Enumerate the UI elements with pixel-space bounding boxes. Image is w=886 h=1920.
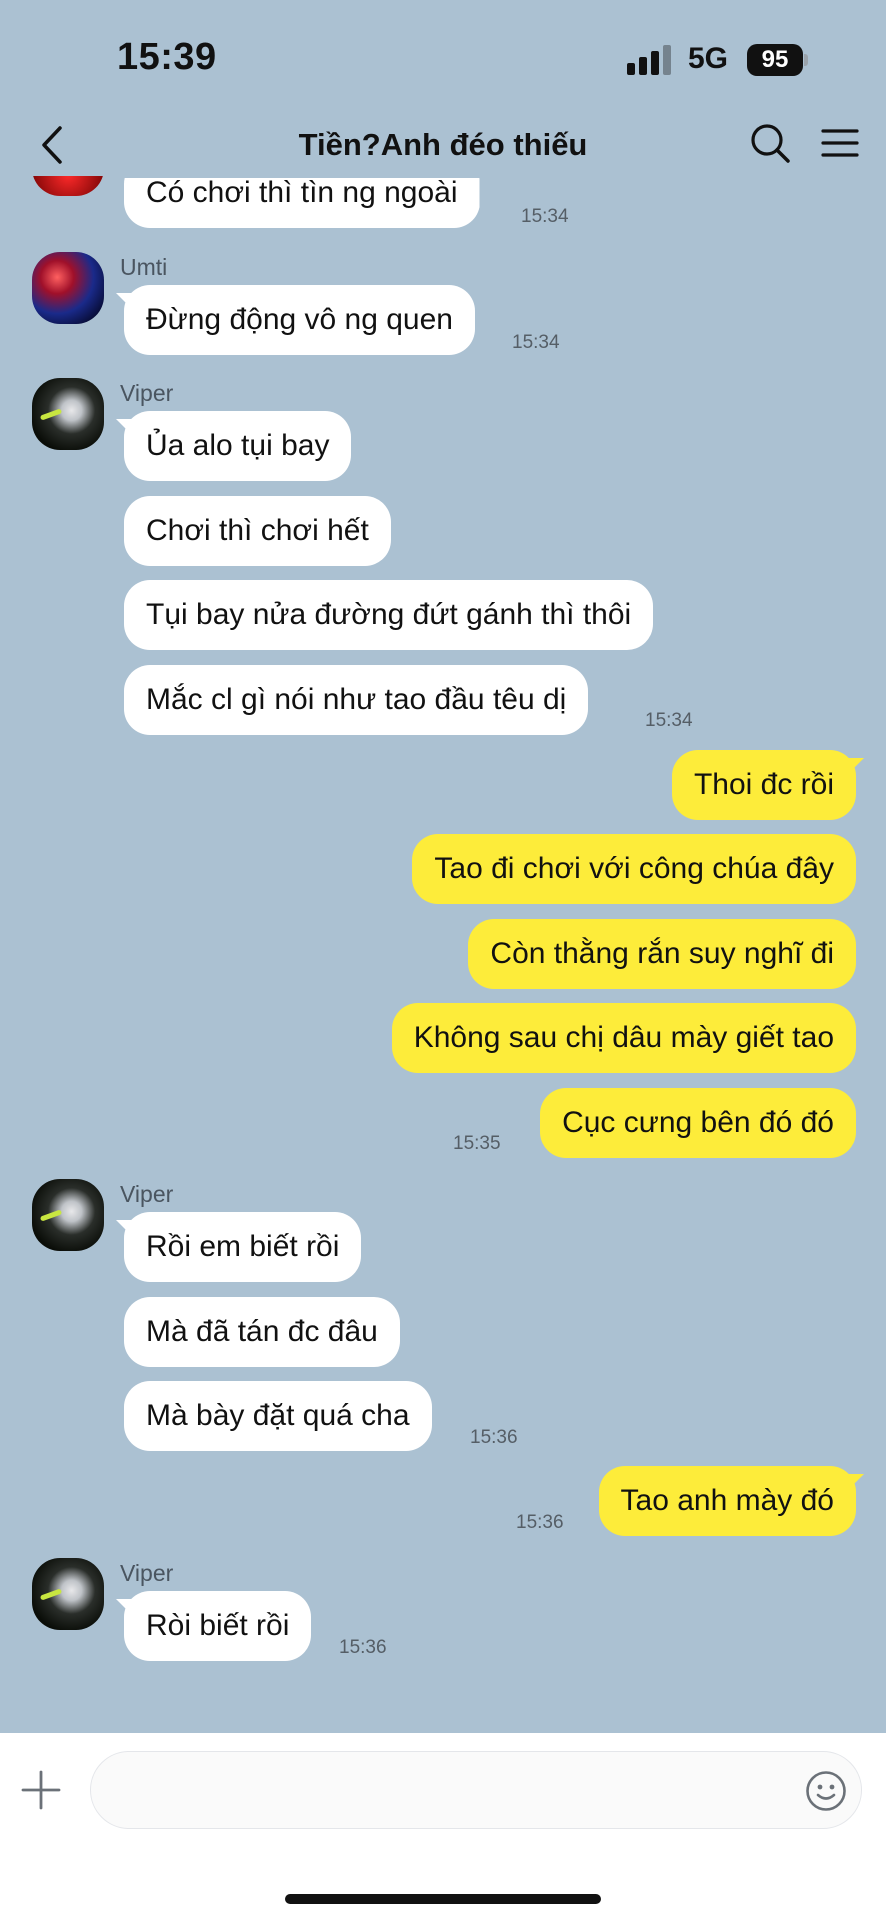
sender-name: Viper bbox=[120, 1181, 174, 1207]
message-bubble[interactable]: Rồi em biết rồi bbox=[124, 1212, 362, 1282]
message-bubble[interactable]: Cục cưng bên đó đó bbox=[540, 1088, 856, 1158]
sender-name: Umti bbox=[120, 254, 168, 280]
message-bubble[interactable]: Chơi thì chơi hết bbox=[124, 496, 391, 566]
message-input[interactable] bbox=[90, 1751, 862, 1829]
message-time: 15:34 bbox=[645, 710, 693, 731]
message-bubble[interactable]: Không sau chị dâu mày giết tao bbox=[391, 1003, 856, 1073]
message-composer bbox=[0, 1733, 886, 1920]
message-bubble[interactable]: Mắc cl gì nói như tao đầu têu dị bbox=[124, 665, 589, 735]
message-time: 15:36 bbox=[470, 1427, 518, 1448]
sender-name: Viper bbox=[120, 380, 174, 406]
message-bubble[interactable]: Ủa alo tụi bay bbox=[124, 411, 352, 481]
attach-button[interactable] bbox=[20, 1769, 62, 1811]
chat-title: Tiền?Anh đéo thiếu bbox=[298, 127, 588, 162]
message-bubble[interactable]: Tao anh mày đó bbox=[598, 1466, 856, 1536]
back-button[interactable] bbox=[30, 120, 80, 170]
sender-name: Viper bbox=[120, 1560, 174, 1586]
battery-tip bbox=[804, 54, 808, 66]
home-indicator[interactable] bbox=[285, 1894, 601, 1904]
plus-icon bbox=[21, 1770, 61, 1810]
hamburger-menu-icon bbox=[821, 129, 859, 157]
battery-icon: 95 bbox=[747, 44, 803, 76]
message-time: 15:36 bbox=[339, 1637, 387, 1658]
signal-strength-icon bbox=[627, 45, 675, 75]
search-icon bbox=[751, 124, 790, 163]
avatar[interactable] bbox=[32, 378, 104, 450]
status-bar: 15:39 5G 95 bbox=[0, 0, 886, 110]
message-time: 15:36 bbox=[516, 1512, 564, 1533]
menu-button[interactable] bbox=[815, 118, 865, 168]
avatar[interactable] bbox=[32, 1179, 104, 1251]
message-bubble[interactable]: Mà bày đặt quá cha bbox=[124, 1381, 432, 1451]
message-bubble[interactable]: Đừng động vô ng quen bbox=[124, 285, 475, 355]
message-time: 15:35 bbox=[453, 1133, 501, 1154]
avatar[interactable] bbox=[32, 252, 104, 324]
message-bubble[interactable]: Thoi đc rồi bbox=[671, 750, 856, 820]
message-bubble[interactable]: Còn thằng rắn suy nghĩ đi bbox=[468, 919, 856, 989]
message-bubble[interactable]: Mà đã tán đc đâu bbox=[124, 1297, 400, 1367]
search-button[interactable] bbox=[745, 118, 795, 168]
smiley-icon bbox=[806, 1771, 846, 1811]
chevron-left-icon bbox=[42, 126, 62, 164]
message-time: 15:34 bbox=[521, 206, 569, 227]
message-time: 15:34 bbox=[512, 332, 560, 353]
message-bubble[interactable]: Tụi bay nửa đường đứt gánh thì thôi bbox=[124, 580, 654, 650]
emoji-button[interactable] bbox=[805, 1770, 847, 1812]
avatar[interactable] bbox=[32, 1558, 104, 1630]
status-time: 15:39 bbox=[117, 36, 217, 78]
message-bubble[interactable]: Ròi biết rồi bbox=[124, 1591, 312, 1661]
network-type: 5G bbox=[688, 42, 729, 75]
message-bubble[interactable]: Tao đi chơi với công chúa đây bbox=[412, 834, 856, 904]
